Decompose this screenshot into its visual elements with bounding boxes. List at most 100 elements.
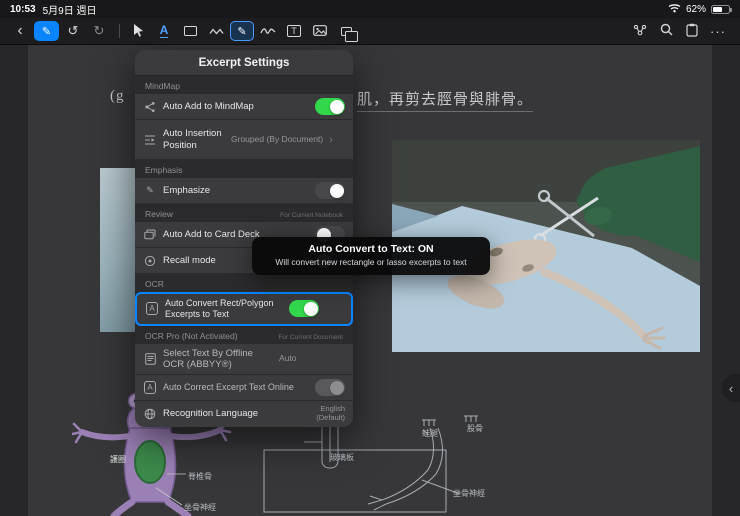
auto-add-mindmap-toggle[interactable] [315, 98, 345, 115]
row-label: Emphasize [163, 184, 210, 196]
section-ocr-label: OCR [145, 279, 164, 289]
language-globe-icon [143, 407, 157, 421]
rect-select-icon [183, 26, 197, 36]
text-frame-tool-button[interactable]: T [282, 21, 306, 41]
battery-percent: 62% [685, 3, 706, 15]
sidebar-pull-tab[interactable]: ‹ [722, 374, 740, 402]
row-label: Auto Convert Rect/Polygon Excerpts to Te… [165, 298, 274, 319]
row-auto-insertion-position[interactable]: Auto Insertion Position Grouped (By Docu… [135, 120, 353, 160]
row-label: Select Text By Offline OCR (ABBYY®) [163, 347, 253, 370]
app-screen: 10:53 5月9日 週日 62% ‹ ✎ ↺ ↻ A ✎ T ··· (g 肌… [0, 0, 740, 516]
recall-mode-icon [143, 254, 157, 268]
popover-title: Excerpt Settings [135, 50, 353, 76]
frog-label-sciatic: 坐骨神經 [184, 503, 216, 512]
row-auto-add-to-mindmap[interactable]: Auto Add to MindMap [135, 94, 353, 120]
clock: 10:53 [10, 3, 36, 15]
row-label: Auto Correct Excerpt Text Online [163, 382, 294, 393]
toolbar: ‹ ✎ ↺ ↻ A ✎ T ··· [0, 18, 740, 45]
row-recognition-language[interactable]: Recognition Language English (Default) [135, 401, 353, 427]
pointer-icon [133, 23, 144, 40]
signature-tool-button[interactable] [256, 21, 280, 41]
apparatus-label-sciatic: 坐骨神經 [453, 489, 485, 498]
status-bar: 10:53 5月9日 週日 62% [0, 0, 740, 18]
insertion-position-value: Grouped (By Document) [231, 133, 324, 144]
excerpt-icon: ✎ [237, 25, 247, 38]
back-icon: ‹ [17, 22, 23, 39]
more-icon: ··· [710, 23, 726, 39]
ocr-a-glyph: A [145, 302, 159, 316]
row-label: Recognition Language [163, 408, 259, 420]
offline-ocr-value: Auto [279, 353, 297, 364]
wifi-icon [668, 3, 681, 16]
row-emphasize[interactable]: ✎ Emphasize [135, 178, 353, 204]
search-button[interactable] [654, 21, 678, 41]
document-text-before: (g [110, 88, 125, 104]
redo-button[interactable]: ↻ [87, 21, 111, 41]
wave-tool-button[interactable] [204, 21, 228, 41]
section-emphasis-label: Emphasis [145, 165, 183, 175]
redo-icon: ↻ [93, 23, 105, 38]
section-review-label: Review [145, 209, 173, 219]
undo-icon: ↺ [67, 23, 79, 38]
ocr-a-icon: A [145, 302, 159, 316]
section-ocr-pro: OCR Pro (Not Activated) For Current Docu… [135, 326, 353, 344]
text-frame-glyph: T [291, 26, 297, 36]
signature-icon [260, 24, 276, 39]
emphasize-toggle[interactable] [315, 182, 345, 199]
auto-correct-a-glyph: A [143, 381, 157, 395]
section-ocr-pro-label: OCR Pro (Not Activated) [145, 330, 238, 341]
row-label: Auto Add to MindMap [163, 100, 254, 112]
auto-correct-icon: A [143, 381, 157, 395]
image-tool-button[interactable] [308, 21, 332, 41]
toast-body: Will convert new rectangle or lasso exce… [275, 257, 467, 267]
frog-label-spine: 脊椎骨 [188, 472, 212, 481]
document-text-line: 肌，再剪去脛骨與腓骨。 [357, 88, 534, 112]
back-button[interactable]: ‹ [8, 21, 32, 41]
apparatus-label-femur: 股骨 [467, 424, 483, 433]
row-auto-correct-online[interactable]: A Auto Correct Excerpt Text Online [135, 375, 353, 402]
rect-select-tool-button[interactable] [178, 21, 202, 41]
apparatus-label-leg: 蛙腿 [422, 429, 438, 438]
left-figure-partial [100, 168, 138, 332]
chevron-right-icon: › [329, 133, 333, 146]
share-group-button[interactable] [628, 21, 652, 41]
row-auto-convert-excerpts-to-text[interactable]: A Auto Convert Rect/Polygon Excerpts to … [135, 292, 353, 326]
toolbar-divider [119, 24, 120, 38]
more-button[interactable]: ··· [706, 21, 730, 41]
apparatus-diagram [260, 412, 565, 516]
text-frame-icon: T [287, 25, 301, 37]
section-mindmap-label: MindMap [145, 81, 180, 91]
section-emphasis: Emphasis [135, 160, 353, 178]
search-icon [660, 23, 673, 39]
row-label: Auto Insertion Position [163, 128, 222, 151]
auto-correct-toggle[interactable] [315, 379, 345, 397]
section-mindmap: MindMap [135, 76, 353, 94]
section-review: Review For Current Notebook [135, 204, 353, 222]
insertion-position-icon [143, 133, 157, 147]
mindmap-icon [143, 100, 157, 114]
clipboard-button[interactable] [680, 21, 704, 41]
pen-tool-button[interactable]: ✎ [34, 21, 59, 41]
edge-tab-arrow-icon: ‹ [728, 380, 734, 396]
auto-convert-toggle[interactable] [289, 300, 319, 318]
battery-icon [711, 4, 732, 14]
row-select-text-offline-ocr[interactable]: Select Text By Offline OCR (ABBYY®) Auto [135, 343, 353, 376]
text-highlight-tool-button[interactable]: A [152, 21, 176, 41]
toast-title: Auto Convert to Text: ON [308, 243, 434, 255]
frames-icon [340, 26, 358, 42]
section-ocr: OCR [135, 274, 353, 292]
share-group-icon [633, 24, 647, 39]
text-highlight-icon: A [159, 23, 169, 38]
pointer-tool-button[interactable] [126, 21, 150, 41]
section-review-hint: For Current Notebook [280, 212, 343, 219]
frog-label-ring: 護圈 [110, 455, 126, 464]
apparatus-label-glass: 玻璃板 [330, 453, 354, 462]
frames-tool-button[interactable] [334, 21, 358, 42]
undo-button[interactable]: ↺ [61, 21, 85, 41]
date: 5月9日 週日 [42, 5, 97, 17]
recognition-language-value: English (Default) [316, 404, 345, 422]
auto-convert-toast: Auto Convert to Text: ON Will convert ne… [252, 237, 490, 275]
clipboard-icon [686, 23, 698, 40]
section-ocr-pro-hint: For Current Document [278, 333, 343, 341]
excerpt-settings-tool-button[interactable]: ✎ [230, 21, 254, 41]
